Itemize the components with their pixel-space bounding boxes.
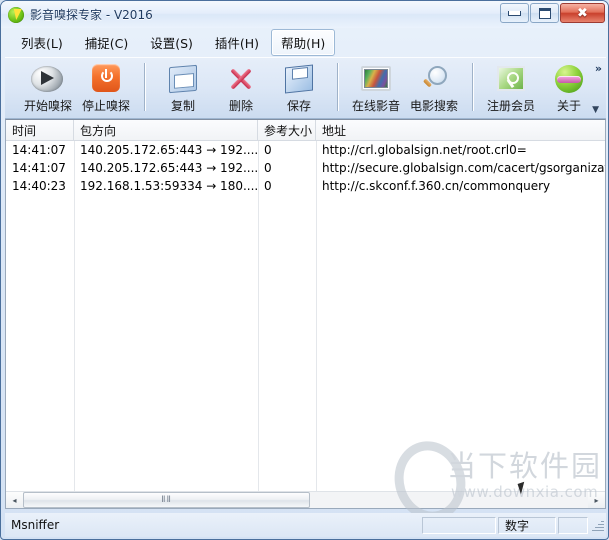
scroll-left-arrow-icon[interactable]: ◂: [6, 492, 23, 508]
cell-time: 14:40:23: [12, 179, 66, 193]
cell-address: http://crl.globalsign.net/root.crl0=: [322, 143, 527, 157]
chevron-down-icon[interactable]: ▼: [592, 105, 599, 115]
application-window: 影音嗅探专家 - V2016 ✖ 列表(L) 捕捉(C) 设置(S) 插件(H)…: [0, 0, 609, 540]
menu-help[interactable]: 帮助(H): [271, 29, 336, 56]
maximize-icon: [538, 7, 551, 19]
toolbar-button-stop-sniff[interactable]: 停止嗅探: [77, 58, 135, 118]
status-bar: Msniffer 数字: [5, 513, 606, 537]
toolbar-button-register-member[interactable]: 注册会员: [482, 58, 540, 118]
menu-bar: 列表(L) 捕捉(C) 设置(S) 插件(H) 帮助(H): [5, 29, 606, 56]
cell-direction: 140.205.172.65:443 → 192....: [80, 161, 258, 175]
cell-size: 0: [264, 161, 272, 175]
grid-line-3: [316, 141, 317, 508]
tv-monitor-icon: [359, 63, 393, 95]
toolbar-separator-2: [337, 63, 338, 111]
cell-address: http://c.skconf.f.360.cn/commonquery: [322, 179, 551, 193]
toolbar: 开始嗅探 停止嗅探 复制 删除 保存 在线影音 电影搜索 注册会员 关于 » ▼: [5, 57, 606, 119]
toolbar-button-copy[interactable]: 复制: [154, 58, 212, 118]
title-bar: 影音嗅探专家 - V2016 ✖: [1, 1, 608, 28]
status-pane-3: [558, 516, 588, 534]
floppy-save-icon: [282, 63, 316, 95]
scrollbar-track[interactable]: ⅡⅡ: [23, 492, 588, 508]
toolbar-button-online-media[interactable]: 在线影音: [347, 58, 405, 118]
toolbar-label-save: 保存: [286, 99, 311, 113]
table-row[interactable]: 14:40:23 192.168.1.53:59334 → 180.... 0 …: [6, 177, 605, 195]
toolbar-label-copy: 复制: [170, 99, 195, 113]
scrollbar-thumb[interactable]: ⅡⅡ: [23, 492, 310, 508]
column-header-size[interactable]: 参考大小: [258, 120, 316, 140]
column-header-address[interactable]: 地址: [316, 120, 605, 140]
toolbar-button-start-sniff[interactable]: 开始嗅探: [19, 58, 77, 118]
close-icon: ✖: [577, 5, 588, 21]
grid-line-1: [74, 141, 75, 508]
grid-line-2: [258, 141, 259, 508]
magnifier-icon: [417, 63, 451, 95]
cell-size: 0: [264, 143, 272, 157]
toolbar-label-movie-search: 电影搜索: [409, 99, 458, 113]
minimize-button[interactable]: [500, 3, 529, 23]
table-row[interactable]: 14:41:07 140.205.172.65:443 → 192.... 0 …: [6, 141, 605, 159]
horizontal-scrollbar[interactable]: ◂ ⅡⅡ ▸: [6, 491, 605, 508]
cell-time: 14:41:07: [12, 143, 66, 157]
column-header-direction[interactable]: 包方向: [74, 120, 258, 140]
window-controls: ✖: [500, 3, 605, 23]
minimize-icon: [508, 10, 521, 16]
packet-list: 时间 包方向 参考大小 地址 14:41:07 140.205.172.65:4…: [5, 119, 606, 509]
toolbar-label-online-media: 在线影音: [351, 99, 400, 113]
maximize-button[interactable]: [530, 3, 559, 23]
client-area: 列表(L) 捕捉(C) 设置(S) 插件(H) 帮助(H) 开始嗅探 停止嗅探 …: [5, 29, 606, 537]
toolbar-overflow-icon[interactable]: »: [595, 62, 602, 75]
list-header-row: 时间 包方向 参考大小 地址: [6, 120, 605, 141]
close-button[interactable]: ✖: [560, 3, 605, 23]
cell-time: 14:41:07: [12, 161, 66, 175]
toolbar-separator-3: [472, 63, 473, 111]
status-pane-numeric: 数字: [498, 516, 556, 534]
toolbar-label-stop-sniff: 停止嗅探: [81, 99, 130, 113]
table-row[interactable]: 14:41:07 140.205.172.65:443 → 192.... 0 …: [6, 159, 605, 177]
toolbar-button-movie-search[interactable]: 电影搜索: [405, 58, 463, 118]
toolbar-label-register-member: 注册会员: [486, 99, 535, 113]
cell-address: http://secure.globalsign.com/cacert/gsor…: [322, 161, 605, 175]
resize-grip-icon[interactable]: [590, 518, 604, 532]
cell-direction: 140.205.172.65:443 → 192....: [80, 143, 258, 157]
menu-settings[interactable]: 设置(S): [140, 29, 203, 56]
copy-icon: [166, 63, 200, 95]
cell-direction: 192.168.1.53:59334 → 180....: [80, 179, 258, 193]
radar-disc-icon: [31, 63, 65, 95]
menu-list[interactable]: 列表(L): [11, 29, 73, 56]
toolbar-button-save[interactable]: 保存: [270, 58, 328, 118]
smiley-sunglasses-icon: [552, 63, 586, 95]
register-key-icon: [494, 63, 528, 95]
list-body: 14:41:07 140.205.172.65:443 → 192.... 0 …: [6, 141, 605, 508]
toolbar-label-delete: 删除: [228, 99, 253, 113]
toolbar-button-delete[interactable]: 删除: [212, 58, 270, 118]
status-pane-1: [422, 516, 496, 534]
menu-capture[interactable]: 捕捉(C): [75, 29, 138, 56]
power-stop-icon: [89, 63, 123, 95]
delete-x-icon: [224, 63, 258, 95]
toolbar-separator-1: [144, 63, 145, 111]
window-title: 影音嗅探专家 - V2016: [30, 8, 153, 22]
toolbar-button-about[interactable]: 关于: [540, 58, 598, 118]
column-header-time[interactable]: 时间: [6, 120, 74, 140]
toolbar-label-about: 关于: [556, 99, 581, 113]
lightning-bolt-icon: [8, 6, 24, 23]
toolbar-label-start-sniff: 开始嗅探: [23, 99, 72, 113]
scroll-right-arrow-icon[interactable]: ▸: [588, 492, 605, 508]
menu-plugins[interactable]: 插件(H): [205, 29, 269, 56]
cell-size: 0: [264, 179, 272, 193]
status-text: Msniffer: [11, 518, 60, 532]
